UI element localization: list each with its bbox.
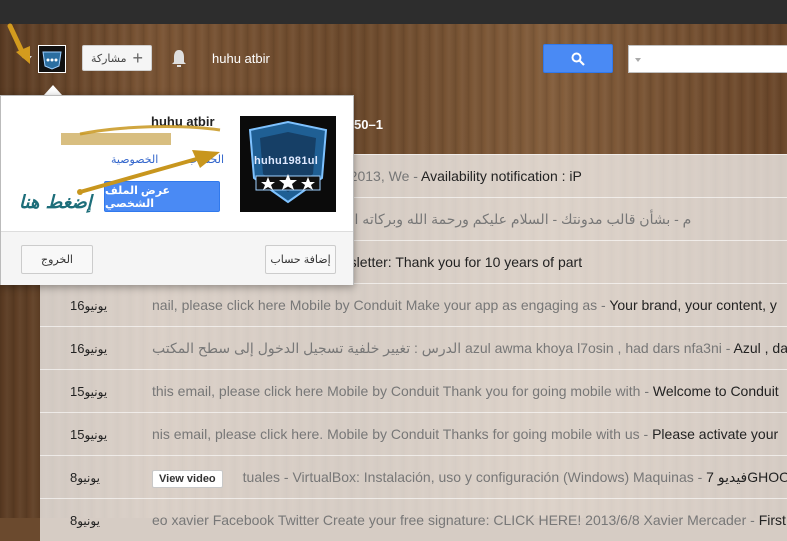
message-date: يونيو15	[60, 384, 120, 399]
logout-button[interactable]: الخروج	[21, 245, 93, 274]
message-row[interactable]: يونيو16 الدرس : تغيير خلفية تسجيل الدخول …	[40, 326, 787, 369]
message-date: يونيو16	[60, 298, 120, 313]
message-content: الدرس : تغيير خلفية تسجيل الدخول إلى سطح…	[152, 340, 787, 357]
message-snippet: الدرس : تغيير خلفية تسجيل الدخول إلى سطح…	[152, 340, 734, 356]
message-date: يونيو16	[60, 341, 120, 356]
message-subject: Azul , darori trad ass	[733, 340, 787, 356]
message-content: nail, please click here Mobile by Condui…	[152, 297, 777, 313]
message-date-month: يونيو	[77, 471, 100, 485]
message-subject: فيديو 7GHOO	[706, 469, 787, 485]
popup-user-name: huhu atbir	[151, 114, 215, 129]
message-date-month: يونيو	[77, 514, 100, 528]
message-subject: Please activate your	[652, 426, 779, 442]
message-row[interactable]: يونيو8 eo xavier Facebook Twitter Create …	[40, 498, 787, 541]
profile-nickname: huhu1981ul	[254, 155, 319, 167]
message-date-month: يونيو	[84, 299, 108, 313]
message-date-day: 16	[70, 298, 85, 313]
message-date: يونيو8	[60, 470, 120, 485]
message-date-month: يونيو	[84, 342, 108, 356]
message-row[interactable]: يونيو8 View video tuales - VirtualBox: Ins…	[40, 455, 787, 498]
message-row[interactable]: يونيو15 nis email, please click here. Mob…	[40, 412, 787, 455]
pagination-range: 50–1	[354, 117, 383, 132]
top-black-bar	[0, 0, 787, 24]
search-input[interactable]	[628, 45, 787, 73]
view-video-button[interactable]: View video	[152, 470, 223, 488]
add-account-button[interactable]: إضافة حساب	[265, 245, 336, 274]
message-date-month: يونيو	[84, 428, 108, 442]
message-date: يونيو8	[60, 513, 120, 528]
redacted-email	[61, 133, 171, 145]
message-date-day: 15	[70, 427, 85, 442]
message-snippet: tuales - VirtualBox: Instalación, uso y …	[242, 469, 707, 485]
message-content: eo xavier Facebook Twitter Create your f…	[152, 512, 786, 528]
annotation-click-here: إضغط هنا	[19, 192, 92, 213]
profile-picture[interactable]: huhu1981ul	[240, 116, 336, 212]
message-snippet: this email, please click here Mobile by …	[152, 383, 653, 399]
share-button[interactable]: مشاركة +	[82, 45, 152, 71]
message-row[interactable]: يونيو15 this email, please click here Mob…	[40, 369, 787, 412]
share-label: مشاركة	[90, 52, 127, 65]
account-popup: huhu atbir الخصوصية الحساب عرض الملف الش…	[0, 95, 354, 285]
popup-notch	[44, 85, 62, 95]
account-link[interactable]: الحساب	[187, 153, 224, 166]
message-date-day: 16	[70, 341, 85, 356]
plus-icon: +	[132, 48, 144, 68]
view-profile-button[interactable]: عرض الملف الشخصي	[104, 181, 220, 212]
message-subject: First	[758, 512, 786, 528]
message-content: this email, please click here Mobile by …	[152, 383, 779, 399]
notifications-bell-icon[interactable]	[170, 49, 188, 69]
message-date-day: 15	[70, 384, 85, 399]
message-content: View video tuales - VirtualBox: Instalaci…	[152, 469, 787, 488]
message-snippet: eo xavier Facebook Twitter Create your f…	[152, 512, 759, 528]
message-date-month: يونيو	[84, 385, 108, 399]
message-snippet: nail, please click here Mobile by Condui…	[152, 297, 610, 313]
account-menu-arrow-icon[interactable]	[24, 56, 32, 61]
search-icon	[571, 52, 585, 66]
message-content: nis email, please click here. Mobile by …	[152, 426, 778, 442]
message-subject: Availability notification : iP	[421, 168, 582, 184]
message-subject: Your brand, your content, y	[609, 297, 777, 313]
message-date: يونيو15	[60, 427, 120, 442]
header-username[interactable]: huhu atbir	[212, 51, 270, 66]
search-button[interactable]	[543, 44, 613, 73]
message-subject: Welcome to Conduit	[652, 383, 779, 399]
avatar-badge-icon	[39, 46, 65, 72]
message-row[interactable]: يونيو16 nail, please click here Mobile by…	[40, 283, 787, 326]
privacy-link[interactable]: الخصوصية	[111, 153, 158, 166]
message-snippet: nis email, please click here. Mobile by …	[152, 426, 653, 442]
search-options-chevron-icon[interactable]	[635, 58, 641, 62]
account-avatar[interactable]	[38, 45, 66, 73]
